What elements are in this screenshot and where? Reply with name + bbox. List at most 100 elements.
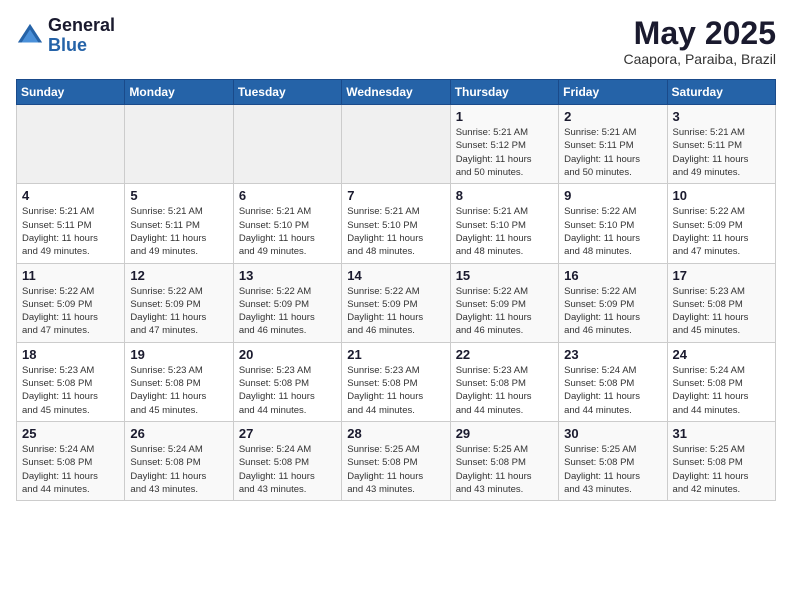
calendar-cell: 10 Sunrise: 5:22 AM Sunset: 5:09 PM Dayli… — [667, 184, 775, 263]
day-number: 21 — [347, 347, 444, 362]
day-info: Sunrise: 5:21 AM Sunset: 5:12 PM Dayligh… — [456, 126, 553, 179]
day-info: Sunrise: 5:22 AM Sunset: 5:09 PM Dayligh… — [673, 205, 770, 258]
month-title: May 2025 — [623, 16, 776, 51]
day-info: Sunrise: 5:24 AM Sunset: 5:08 PM Dayligh… — [564, 364, 661, 417]
day-number: 26 — [130, 426, 227, 441]
day-number: 5 — [130, 188, 227, 203]
calendar-cell: 8 Sunrise: 5:21 AM Sunset: 5:10 PM Daylig… — [450, 184, 558, 263]
calendar-cell: 2 Sunrise: 5:21 AM Sunset: 5:11 PM Daylig… — [559, 105, 667, 184]
day-info: Sunrise: 5:21 AM Sunset: 5:11 PM Dayligh… — [22, 205, 119, 258]
day-info: Sunrise: 5:21 AM Sunset: 5:10 PM Dayligh… — [347, 205, 444, 258]
calendar-cell: 23 Sunrise: 5:24 AM Sunset: 5:08 PM Dayli… — [559, 342, 667, 421]
day-number: 10 — [673, 188, 770, 203]
calendar-cell: 24 Sunrise: 5:24 AM Sunset: 5:08 PM Dayli… — [667, 342, 775, 421]
day-number: 11 — [22, 268, 119, 283]
calendar-cell: 30 Sunrise: 5:25 AM Sunset: 5:08 PM Dayli… — [559, 421, 667, 500]
day-info: Sunrise: 5:24 AM Sunset: 5:08 PM Dayligh… — [130, 443, 227, 496]
logo-general: General — [48, 16, 115, 36]
day-info: Sunrise: 5:21 AM Sunset: 5:11 PM Dayligh… — [564, 126, 661, 179]
logo-text: General Blue — [48, 16, 115, 56]
day-info: Sunrise: 5:23 AM Sunset: 5:08 PM Dayligh… — [22, 364, 119, 417]
day-number: 16 — [564, 268, 661, 283]
calendar-cell: 9Sunrise: 5:22 AM Sunset: 5:10 PM Daylig… — [559, 184, 667, 263]
weekday-header: Thursday — [450, 80, 558, 105]
day-info: Sunrise: 5:25 AM Sunset: 5:08 PM Dayligh… — [564, 443, 661, 496]
calendar-cell: 6 Sunrise: 5:21 AM Sunset: 5:10 PM Daylig… — [233, 184, 341, 263]
page-header: General Blue May 2025 Caapora, Paraiba, … — [16, 16, 776, 67]
day-info: Sunrise: 5:24 AM Sunset: 5:08 PM Dayligh… — [673, 364, 770, 417]
day-number: 8 — [456, 188, 553, 203]
calendar-week-row: 11 Sunrise: 5:22 AM Sunset: 5:09 PM Dayli… — [17, 263, 776, 342]
day-number: 28 — [347, 426, 444, 441]
day-info: Sunrise: 5:23 AM Sunset: 5:08 PM Dayligh… — [347, 364, 444, 417]
day-info: Sunrise: 5:21 AM Sunset: 5:10 PM Dayligh… — [239, 205, 336, 258]
day-number: 18 — [22, 347, 119, 362]
calendar-cell: 31Sunrise: 5:25 AM Sunset: 5:08 PM Dayli… — [667, 421, 775, 500]
calendar-cell: 22Sunrise: 5:23 AM Sunset: 5:08 PM Dayli… — [450, 342, 558, 421]
day-number: 24 — [673, 347, 770, 362]
calendar-cell: 19Sunrise: 5:23 AM Sunset: 5:08 PM Dayli… — [125, 342, 233, 421]
day-info: Sunrise: 5:24 AM Sunset: 5:08 PM Dayligh… — [22, 443, 119, 496]
day-number: 17 — [673, 268, 770, 283]
calendar-cell: 3Sunrise: 5:21 AM Sunset: 5:11 PM Daylig… — [667, 105, 775, 184]
calendar-cell — [17, 105, 125, 184]
calendar-week-row: 4 Sunrise: 5:21 AM Sunset: 5:11 PM Daylig… — [17, 184, 776, 263]
weekday-header: Sunday — [17, 80, 125, 105]
day-number: 7 — [347, 188, 444, 203]
calendar-cell: 29Sunrise: 5:25 AM Sunset: 5:08 PM Dayli… — [450, 421, 558, 500]
calendar-table: SundayMondayTuesdayWednesdayThursdayFrid… — [16, 79, 776, 501]
calendar-cell: 15 Sunrise: 5:22 AM Sunset: 5:09 PM Dayli… — [450, 263, 558, 342]
day-number: 25 — [22, 426, 119, 441]
day-info: Sunrise: 5:22 AM Sunset: 5:09 PM Dayligh… — [564, 285, 661, 338]
day-info: Sunrise: 5:24 AM Sunset: 5:08 PM Dayligh… — [239, 443, 336, 496]
day-number: 20 — [239, 347, 336, 362]
day-number: 12 — [130, 268, 227, 283]
title-block: May 2025 Caapora, Paraiba, Brazil — [623, 16, 776, 67]
calendar-cell: 26 Sunrise: 5:24 AM Sunset: 5:08 PM Dayli… — [125, 421, 233, 500]
calendar-week-row: 1Sunrise: 5:21 AM Sunset: 5:12 PM Daylig… — [17, 105, 776, 184]
day-number: 4 — [22, 188, 119, 203]
calendar-week-row: 25 Sunrise: 5:24 AM Sunset: 5:08 PM Dayli… — [17, 421, 776, 500]
day-number: 6 — [239, 188, 336, 203]
calendar-cell: 14Sunrise: 5:22 AM Sunset: 5:09 PM Dayli… — [342, 263, 450, 342]
weekday-header: Tuesday — [233, 80, 341, 105]
day-number: 27 — [239, 426, 336, 441]
calendar-cell: 25 Sunrise: 5:24 AM Sunset: 5:08 PM Dayli… — [17, 421, 125, 500]
calendar-cell: 12Sunrise: 5:22 AM Sunset: 5:09 PM Dayli… — [125, 263, 233, 342]
calendar-cell: 27 Sunrise: 5:24 AM Sunset: 5:08 PM Dayli… — [233, 421, 341, 500]
day-number: 31 — [673, 426, 770, 441]
day-info: Sunrise: 5:21 AM Sunset: 5:10 PM Dayligh… — [456, 205, 553, 258]
day-info: Sunrise: 5:22 AM Sunset: 5:09 PM Dayligh… — [456, 285, 553, 338]
day-info: Sunrise: 5:22 AM Sunset: 5:09 PM Dayligh… — [239, 285, 336, 338]
day-number: 30 — [564, 426, 661, 441]
day-number: 2 — [564, 109, 661, 124]
location: Caapora, Paraiba, Brazil — [623, 51, 776, 67]
calendar-week-row: 18 Sunrise: 5:23 AM Sunset: 5:08 PM Dayli… — [17, 342, 776, 421]
calendar-cell: 4 Sunrise: 5:21 AM Sunset: 5:11 PM Daylig… — [17, 184, 125, 263]
day-info: Sunrise: 5:23 AM Sunset: 5:08 PM Dayligh… — [456, 364, 553, 417]
calendar-cell — [233, 105, 341, 184]
day-info: Sunrise: 5:25 AM Sunset: 5:08 PM Dayligh… — [347, 443, 444, 496]
weekday-header: Wednesday — [342, 80, 450, 105]
day-info: Sunrise: 5:21 AM Sunset: 5:11 PM Dayligh… — [673, 126, 770, 179]
calendar-cell: 13Sunrise: 5:22 AM Sunset: 5:09 PM Dayli… — [233, 263, 341, 342]
day-info: Sunrise: 5:25 AM Sunset: 5:08 PM Dayligh… — [456, 443, 553, 496]
weekday-header: Friday — [559, 80, 667, 105]
calendar-cell: 5 Sunrise: 5:21 AM Sunset: 5:11 PM Daylig… — [125, 184, 233, 263]
logo: General Blue — [16, 16, 115, 56]
calendar-cell — [342, 105, 450, 184]
day-number: 15 — [456, 268, 553, 283]
calendar-cell: 28 Sunrise: 5:25 AM Sunset: 5:08 PM Dayli… — [342, 421, 450, 500]
logo-blue: Blue — [48, 36, 115, 56]
calendar-cell: 21 Sunrise: 5:23 AM Sunset: 5:08 PM Dayli… — [342, 342, 450, 421]
day-info: Sunrise: 5:23 AM Sunset: 5:08 PM Dayligh… — [673, 285, 770, 338]
day-number: 14 — [347, 268, 444, 283]
calendar-cell: 18 Sunrise: 5:23 AM Sunset: 5:08 PM Dayli… — [17, 342, 125, 421]
weekday-header: Monday — [125, 80, 233, 105]
day-number: 23 — [564, 347, 661, 362]
calendar-cell: 1Sunrise: 5:21 AM Sunset: 5:12 PM Daylig… — [450, 105, 558, 184]
calendar-cell: 11Sunrise: 5:22 AM Sunset: 5:09 PM Dayli… — [17, 263, 125, 342]
calendar-cell: 17 Sunrise: 5:23 AM Sunset: 5:08 PM Dayli… — [667, 263, 775, 342]
day-info: Sunrise: 5:21 AM Sunset: 5:11 PM Dayligh… — [130, 205, 227, 258]
day-info: Sunrise: 5:22 AM Sunset: 5:10 PM Dayligh… — [564, 205, 661, 258]
